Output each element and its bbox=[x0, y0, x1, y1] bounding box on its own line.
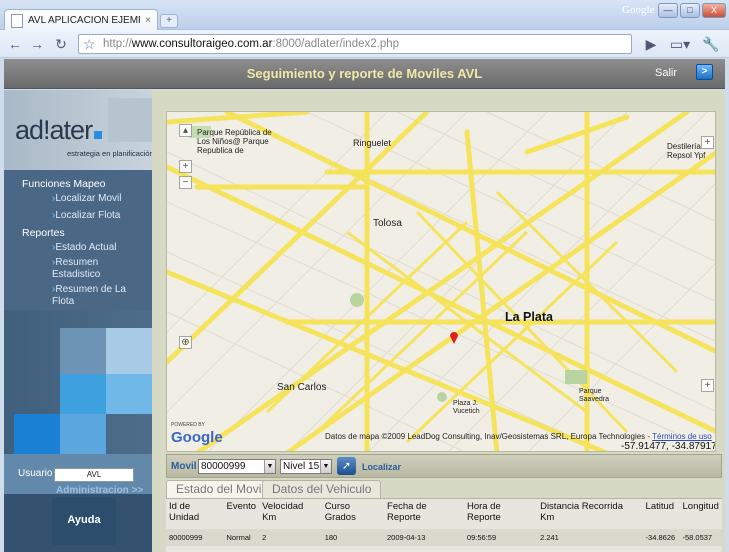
play-icon[interactable]: ▶ bbox=[642, 35, 660, 53]
column-header: Fecha de Reporte bbox=[387, 501, 427, 523]
nivel-select[interactable]: Nivel 15 ▼ bbox=[280, 459, 332, 474]
close-window-button[interactable]: X bbox=[702, 3, 726, 18]
tab-bar: Estado del Movil Datos del Vehiculo bbox=[166, 478, 722, 498]
salir-button[interactable]: > bbox=[696, 64, 713, 80]
page-title: Seguimiento y reporte de Moviles AVL bbox=[246, 66, 483, 81]
cell-curso: 180 bbox=[321, 529, 385, 546]
url-text: http://www.consultoraigeo.com.ar:8000/ad… bbox=[103, 38, 400, 50]
address-bar[interactable]: ☆ http://www.consultoraigeo.com.ar:8000/… bbox=[78, 34, 632, 54]
map-label: Parque República de Los Niños@ Parque Re… bbox=[197, 128, 272, 155]
cell-longitud: -58.0537 bbox=[679, 529, 722, 546]
pan-control-icon[interactable]: ⊕ bbox=[179, 336, 192, 349]
menu-section-mapeo: Funciones Mapeo bbox=[22, 178, 106, 190]
browser-toolbar: ← → ↻ ☆ http://www.consultoraigeo.com.ar… bbox=[0, 30, 729, 58]
administracion-link[interactable]: Administracion >> bbox=[56, 485, 143, 496]
menu-item-resumen-estadistico[interactable]: ›Resumen Estadistico bbox=[52, 257, 142, 281]
minimize-button[interactable]: — bbox=[658, 3, 678, 18]
ayuda-button[interactable]: Ayuda bbox=[52, 497, 116, 545]
logo-square-icon bbox=[94, 131, 103, 139]
google-logo: POWERED BY Google bbox=[171, 422, 223, 446]
usuario-label: Usuario bbox=[18, 468, 53, 479]
table-header-row: Id de Unidad Evento Velocidad Km Curso G… bbox=[166, 499, 722, 529]
movil-select[interactable]: 80000999 ▼ bbox=[198, 459, 276, 474]
deco-block bbox=[14, 414, 60, 454]
browser-brand: Google bbox=[622, 4, 655, 16]
cell-distancia: 2.241 bbox=[537, 529, 643, 546]
map-expand-icon[interactable]: + bbox=[701, 379, 714, 392]
adlater-logo: ad!ater estrategia en planificación bbox=[15, 115, 152, 158]
map-label-la-plata: La Plata bbox=[505, 310, 553, 324]
cell-velocidad: 2 bbox=[259, 529, 322, 546]
cell-hora: 09:56:59 bbox=[463, 529, 538, 546]
column-header: Velocidad Km bbox=[262, 501, 304, 523]
maximize-button[interactable]: □ bbox=[680, 3, 700, 18]
column-header: Hora de Reporte bbox=[466, 501, 501, 523]
tab-datos-vehiculo[interactable]: Datos del Vehiculo bbox=[262, 480, 382, 498]
localizar-icon[interactable]: ➚ bbox=[337, 457, 356, 475]
chevron-down-icon: ▼ bbox=[320, 460, 331, 473]
menu-item-resumen-flota[interactable]: ›Resumen de La Flota bbox=[52, 284, 142, 308]
map-label: San Carlos bbox=[277, 382, 327, 393]
map-label: Ringuelet bbox=[353, 138, 392, 148]
deco-block bbox=[60, 414, 106, 454]
localizar-button[interactable]: Localizar bbox=[362, 462, 401, 472]
terms-link[interactable]: Términos de uso bbox=[652, 432, 712, 441]
chevron-down-icon: ▼ bbox=[264, 460, 275, 473]
cell-evento: Normal bbox=[223, 529, 260, 546]
deco-block bbox=[106, 328, 152, 374]
page-menu-icon[interactable]: ▭▾ bbox=[668, 35, 692, 53]
table-row: 80000999 Normal 2 180 2009-04-13 09:56:5… bbox=[166, 529, 722, 546]
menu-item-estado-actual[interactable]: ›Estado Actual bbox=[52, 242, 142, 254]
usuario-field[interactable]: AVL bbox=[54, 468, 134, 482]
zoom-out-icon[interactable]: − bbox=[179, 176, 192, 189]
map-label: Parque Saavedra bbox=[579, 388, 609, 403]
cell-latitud: -34.8626 bbox=[642, 529, 680, 546]
menu-section-reportes: Reportes bbox=[22, 227, 65, 239]
menu-item-localizar-movil[interactable]: ›Localizar Movil bbox=[52, 193, 142, 205]
deco-block bbox=[106, 374, 152, 414]
salir-link[interactable]: Salir bbox=[655, 67, 677, 79]
browser-titlebar: AVL APLICACION EJEMPLO × + Google — □ X bbox=[0, 0, 729, 31]
tab-title: AVL APLICACION EJEMPLO bbox=[28, 15, 140, 26]
deco-block bbox=[60, 328, 106, 374]
back-arrow-icon[interactable]: ← bbox=[6, 35, 24, 53]
forward-arrow-icon[interactable]: → bbox=[28, 35, 46, 53]
new-tab-button[interactable]: + bbox=[160, 14, 178, 28]
cell-fecha: 2009-04-13 bbox=[384, 529, 464, 546]
sidebar: ad!ater estrategia en planificación bbox=[4, 90, 152, 552]
menu-item-localizar-flota[interactable]: ›Localizar Flota bbox=[52, 210, 142, 222]
browser-tab[interactable]: AVL APLICACION EJEMPLO × bbox=[4, 9, 158, 31]
zoom-in-icon[interactable]: + bbox=[179, 160, 192, 173]
control-bar: Movil 80000999 ▼ Nivel 15 ▼ ➚ Localizar bbox=[166, 454, 722, 478]
cell-id: 80000999 bbox=[166, 529, 224, 546]
column-header: Evento bbox=[226, 501, 257, 512]
pan-up-icon[interactable]: ▴ bbox=[179, 124, 192, 137]
column-header: Distancia Recorrida Km bbox=[540, 501, 623, 523]
map-credit: Datos de mapa ©2009 LeadDog Consulting, … bbox=[325, 432, 712, 441]
close-tab-icon[interactable]: × bbox=[145, 15, 151, 26]
reload-icon[interactable]: ↻ bbox=[52, 35, 70, 53]
column-header: Curso Grados bbox=[324, 501, 356, 523]
map-overview-toggle-icon[interactable]: + bbox=[701, 136, 714, 149]
app-header: Seguimiento y reporte de Moviles AVL Sal… bbox=[4, 59, 725, 89]
column-header: Latitud bbox=[645, 501, 675, 512]
map-view[interactable]: Parque República de Los Niños@ Parque Re… bbox=[166, 111, 716, 452]
movil-label: Movil bbox=[171, 461, 197, 472]
column-header: Id de Unidad bbox=[169, 501, 200, 523]
tab-estado-movil[interactable]: Estado del Movil bbox=[166, 480, 275, 498]
bookmark-star-icon[interactable]: ☆ bbox=[83, 36, 96, 53]
wrench-menu-icon[interactable]: 🔧 bbox=[698, 35, 724, 53]
map-coordinates: -57.91477, -34.87917 bbox=[621, 441, 716, 452]
map-label: Tolosa bbox=[373, 218, 402, 229]
column-header: Longitud bbox=[682, 501, 719, 512]
estado-table: Id de Unidad Evento Velocidad Km Curso G… bbox=[166, 498, 722, 552]
deco-block bbox=[60, 374, 106, 414]
page-icon bbox=[11, 13, 23, 28]
map-roads bbox=[167, 112, 715, 451]
map-label: Plaza J. Vucetich bbox=[453, 400, 480, 415]
